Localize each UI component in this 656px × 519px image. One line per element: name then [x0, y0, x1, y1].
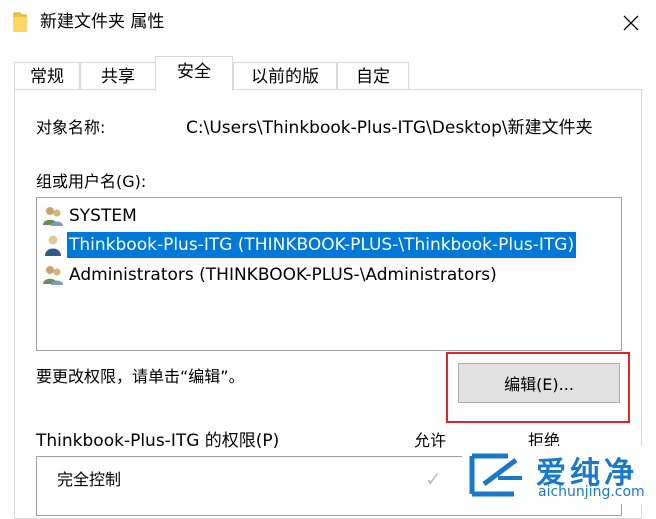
folder-icon [13, 12, 27, 32]
object-name-value: C:\Users\Thinkbook-Plus-ITG\Desktop\新建文件… [186, 118, 593, 138]
watermark-url: aichunjing.com [538, 484, 645, 500]
tab-general[interactable]: 常规 [14, 62, 80, 90]
list-item-administrators[interactable]: Administrators (THINKBOOK-PLUS-\Administ… [39, 261, 619, 289]
user-icon [45, 235, 61, 256]
tab-sharing[interactable]: 共享 [80, 62, 156, 90]
users-group-icon [43, 266, 63, 285]
window-title: 新建文件夹 属性 [40, 12, 165, 32]
title-bar: 新建文件夹 属性 [0, 0, 656, 46]
check-icon: ✓ [425, 467, 442, 491]
watermark-logo-icon [469, 453, 522, 497]
close-icon [623, 15, 639, 31]
list-item-label: SYSTEM [69, 206, 137, 226]
tab-label: 常规 [30, 67, 64, 87]
tab-customize[interactable]: 自定义 [337, 62, 409, 115]
group-list-label: 组或用户名(G): [36, 172, 147, 191]
permissions-label: Thinkbook-Plus-ITG 的权限(P) [36, 431, 280, 451]
object-name-label: 对象名称: [36, 118, 106, 137]
tab-security[interactable]: 安全 [155, 56, 233, 91]
close-button[interactable] [608, 6, 654, 40]
tab-previous-versions[interactable]: 以前的版本 [233, 62, 337, 115]
tab-strip: 常规 共享 安全 以前的版本 自定义 [0, 46, 656, 115]
tab-label: 安全 [177, 62, 211, 82]
allow-column-header: 允许 [414, 431, 447, 450]
users-group-icon [43, 207, 63, 226]
list-item-label: Administrators (THINKBOOK-PLUS-\Administ… [69, 265, 497, 285]
watermark: 爱纯净 aichunjing.com [462, 446, 656, 504]
edit-hint-text: 要更改权限，请单击“编辑”。 [36, 367, 245, 386]
tab-label: 共享 [101, 67, 135, 87]
group-user-list[interactable]: SYSTEM Thinkbook-Plus-ITG (THINKBOOK-PLU… [36, 197, 622, 351]
list-item-thinkbook-user[interactable]: Thinkbook-Plus-ITG (THINKBOOK-PLUS-\Thin… [39, 231, 619, 259]
highlight-box [446, 352, 630, 423]
list-item-label: Thinkbook-Plus-ITG (THINKBOOK-PLUS-\Thin… [67, 232, 577, 258]
permission-full-control: 完全控制 [57, 470, 122, 489]
list-item-system[interactable]: SYSTEM [39, 202, 619, 230]
